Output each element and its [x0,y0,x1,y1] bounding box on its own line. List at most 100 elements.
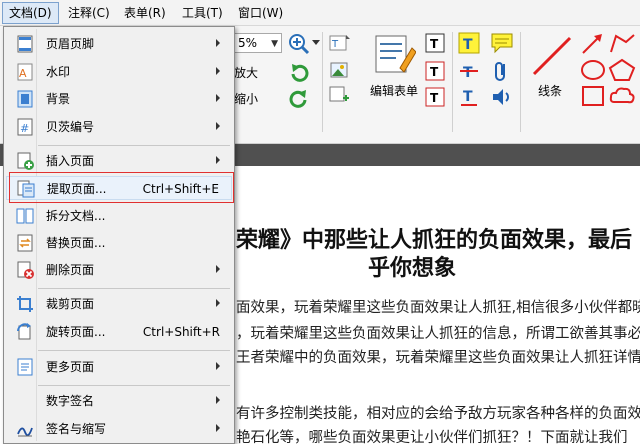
zoom-in-icon[interactable] [288,33,310,55]
more-pages-icon [17,358,33,376]
svg-text:A: A [19,67,27,80]
ellipse-tool-icon[interactable] [580,58,606,82]
arrow-tool-icon[interactable] [580,32,606,56]
rectangle-tool-icon[interactable] [580,84,606,108]
svg-text:#: # [20,122,29,135]
chevron-down-icon[interactable] [312,40,320,46]
menu-separator [38,350,230,351]
underline-icon[interactable]: T [458,86,480,108]
article-title-line2: 乎你想象 [368,256,457,281]
select-text-icon[interactable]: T [328,32,352,54]
menu-item-sign-initials[interactable]: 签名与缩写 [6,417,232,441]
svg-text:T: T [463,65,473,81]
edit-form-label[interactable]: 编辑表单 [370,82,418,99]
menu-item-label: 页眉页脚 [46,37,95,51]
image-tool-icon[interactable] [328,60,352,82]
line-tool-icon[interactable] [530,34,574,78]
menu-item-rotate-page[interactable]: 旋转页面... Ctrl+Shift+R [6,320,232,344]
fit-width-label[interactable]: 放大 [234,64,258,81]
svg-text:T: T [331,39,339,50]
menu-item-label: 水印 [46,65,71,79]
svg-text:T: T [463,89,473,105]
header-footer-icon [17,35,33,53]
menu-item-label: 旋转页面... [46,325,106,339]
menu-item-label: 替换页面... [46,236,106,250]
svg-text:T: T [430,91,439,105]
edit-form-icon[interactable] [374,34,416,78]
strikeout-icon[interactable]: T [458,60,480,82]
rotate-right-icon[interactable] [288,88,310,110]
menu-bar: 文档(D) 注释(C) 表单(R) 工具(T) 窗口(W) [0,0,640,26]
menu-item-label: 裁剪页面 [46,297,95,311]
menu-comment[interactable]: 注释(C) [62,2,116,24]
menu-item-label: 贝茨编号 [46,120,95,134]
menu-separator [38,385,230,386]
rotate-page-icon [17,323,31,340]
menu-item-label: 更多页面 [46,360,95,374]
submenu-arrow-icon [216,265,220,273]
shrink-label[interactable]: 缩小 [234,90,258,107]
background-icon [17,90,33,108]
polygon-line-icon[interactable] [608,32,636,56]
highlight-text-icon[interactable]: T [458,32,480,54]
menu-form[interactable]: 表单(R) [118,2,172,24]
menu-item-label: 插入页面 [46,154,95,168]
submenu-arrow-icon [216,39,220,47]
menu-separator [38,288,230,289]
menu-item-split-document[interactable]: 拆分文档... [6,204,232,228]
svg-text:T: T [430,65,439,79]
menu-tools[interactable]: 工具(T) [176,2,229,24]
menu-item-digital-signature[interactable]: 数字签名 [6,389,232,413]
menu-item-crop-page[interactable]: 裁剪页面 [6,292,232,316]
menu-item-delete-page[interactable]: 删除页面 [6,258,232,282]
submenu-arrow-icon [216,362,220,370]
submenu-arrow-icon [216,122,220,130]
menu-item-background[interactable]: 背景 [6,87,232,111]
textbox-icon[interactable]: T [424,60,446,82]
pentagon-tool-icon[interactable] [608,58,636,82]
callout-icon[interactable]: T [424,86,446,108]
menu-item-label: 删除页面 [46,263,95,277]
typewriter-icon[interactable]: T [424,32,446,54]
menu-item-header-footer[interactable]: 页眉页脚 [6,32,232,56]
menu-separator [38,145,230,146]
highlight-annotation-frame [9,172,234,203]
menu-item-label: 拆分文档... [46,209,106,223]
add-field-icon[interactable] [328,84,352,106]
watermark-icon: A [17,63,33,81]
document-menu-dropdown: 页眉页脚 A 水印 背景 # 贝茨编号 插入页面 提取页面... Ctrl+Sh… [3,26,235,444]
menu-item-label: 数字签名 [46,394,95,408]
paragraph-line: 有许多控制类技能，相对应的会给予敌方玩家各种各样的负面效果 [236,406,640,422]
menu-item-replace-page[interactable]: 替换页面... [6,231,232,255]
menu-item-insert-page[interactable]: 插入页面 [6,149,232,173]
lines-label[interactable]: 线条 [538,82,562,99]
split-document-icon [16,208,34,224]
note-icon[interactable] [490,32,514,54]
paragraph-line: 面效果，玩着荣耀里这些负面效果让人抓狂,相信很多小伙伴都晓 [236,300,640,316]
menu-item-watermark[interactable]: A 水印 [6,60,232,84]
svg-text:T: T [430,37,439,51]
menu-item-shortcut: Ctrl+Shift+R [142,325,220,339]
menu-item-label: 背景 [46,92,71,106]
paragraph-line: ，玩着荣耀里这些负面效果让人抓狂的信息，所谓工欲善其事必先 [236,326,640,342]
menu-item-more-pages[interactable]: 更多页面 [6,355,232,379]
cloud-tool-icon[interactable] [608,84,636,108]
paragraph-line: 艳石化等，哪些负面效果更让小伙伴们抓狂？！下面就让我们 [236,430,628,444]
submenu-arrow-icon [216,396,220,404]
menu-item-bates-number[interactable]: # 贝茨编号 [6,115,232,139]
rotate-left-icon[interactable] [288,62,310,84]
zoom-level-select[interactable]: 5% ▼ [234,33,282,53]
delete-page-icon [17,261,34,279]
bates-number-icon: # [17,118,33,136]
zoom-level-value: 5% [238,36,258,50]
submenu-arrow-icon [216,156,220,164]
attachment-icon[interactable] [490,60,514,82]
menu-window[interactable]: 窗口(W) [232,2,289,24]
paragraph-line: 王者荣耀中的负面效果，玩着荣耀里这些负面效果让人抓狂详情 [236,350,640,366]
menu-document[interactable]: 文档(D) [2,2,59,24]
submenu-arrow-icon [216,67,220,75]
sound-icon[interactable] [490,86,514,108]
sign-initials-icon [17,427,33,437]
insert-page-icon [17,152,34,170]
replace-page-icon [17,234,33,252]
